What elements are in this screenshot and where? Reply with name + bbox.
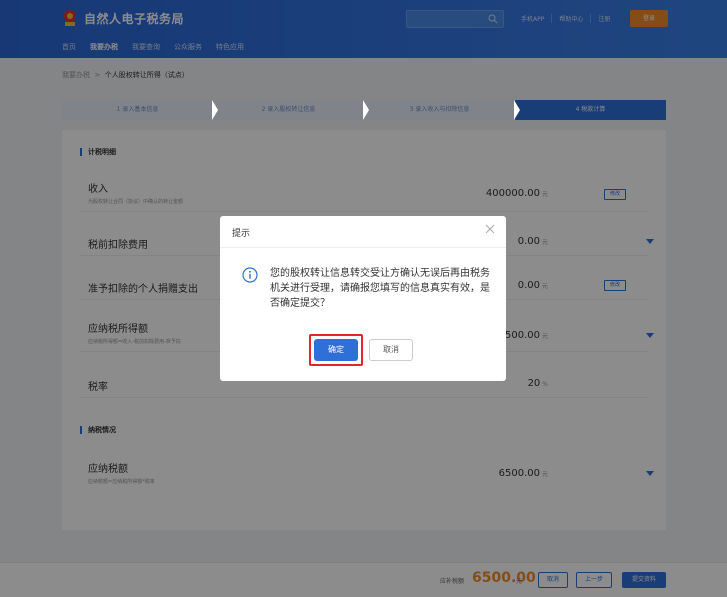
confirm-button[interactable]: 确定 [314, 339, 358, 361]
close-icon[interactable] [485, 224, 495, 234]
info-icon [242, 267, 258, 283]
dialog-divider [220, 247, 506, 248]
confirm-dialog: 提示 您的股权转让信息转交受让方确认无误后再由税务机关进行受理，请确报您填写的信… [220, 216, 506, 381]
cancel-button[interactable]: 取消 [369, 339, 413, 361]
dialog-title: 提示 [232, 229, 251, 239]
dialog-message: 您的股权转让信息转交受让方确认无误后再由税务机关进行受理，请确报您填写的信息真实… [270, 268, 490, 309]
